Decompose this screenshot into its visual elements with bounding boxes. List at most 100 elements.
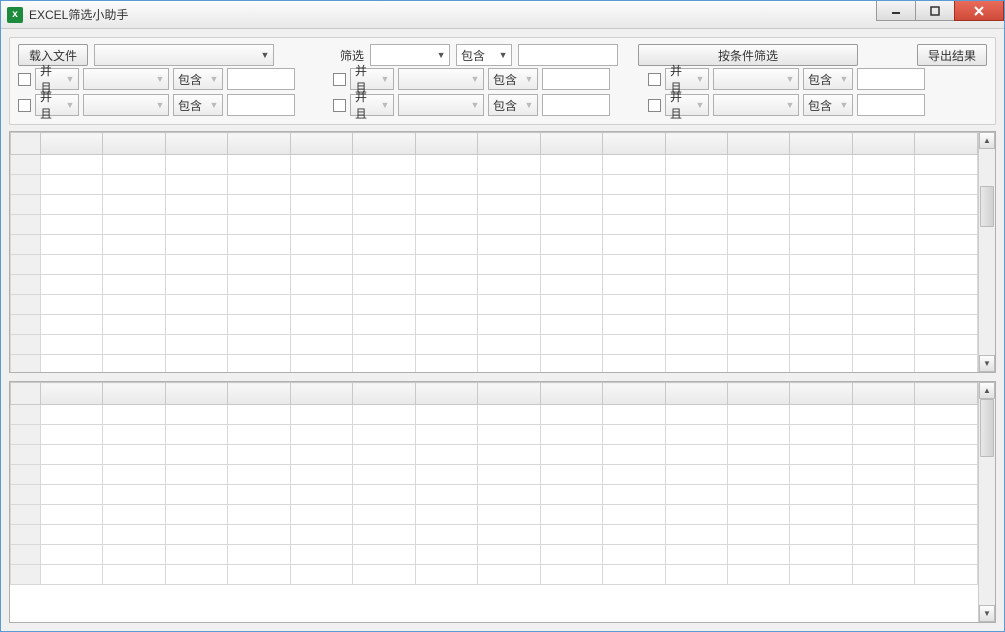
cell[interactable] [353, 505, 415, 525]
cell[interactable] [415, 445, 477, 465]
cell[interactable] [415, 465, 477, 485]
cell[interactable] [790, 275, 852, 295]
cell[interactable] [665, 425, 727, 445]
column-header[interactable] [103, 133, 165, 155]
column-header[interactable] [11, 383, 41, 405]
cell[interactable] [852, 505, 914, 525]
cell[interactable] [852, 445, 914, 465]
cell[interactable] [415, 315, 477, 335]
column-header[interactable] [603, 133, 665, 155]
field-combo[interactable]: ▼ [83, 94, 169, 116]
column-header[interactable] [415, 383, 477, 405]
cell[interactable] [165, 485, 227, 505]
cell[interactable] [41, 355, 103, 373]
cell[interactable] [727, 255, 789, 275]
cell[interactable] [727, 485, 789, 505]
cell[interactable] [478, 315, 540, 335]
cell[interactable] [103, 405, 165, 425]
column-header[interactable] [415, 133, 477, 155]
cell[interactable] [290, 215, 352, 235]
cell[interactable] [165, 545, 227, 565]
logic-combo[interactable]: 并且▼ [665, 94, 709, 116]
cell[interactable] [540, 405, 602, 425]
scroll-track[interactable] [979, 149, 995, 355]
cell[interactable] [415, 565, 477, 585]
cell[interactable] [165, 235, 227, 255]
op-combo[interactable]: 包含▼ [488, 68, 538, 90]
cell[interactable] [228, 295, 290, 315]
cell[interactable] [727, 445, 789, 465]
column-header[interactable] [165, 133, 227, 155]
cell[interactable] [290, 405, 352, 425]
cell[interactable] [165, 255, 227, 275]
column-header[interactable] [290, 133, 352, 155]
cell[interactable] [915, 335, 978, 355]
cell[interactable] [415, 355, 477, 373]
cell[interactable] [165, 465, 227, 485]
cell[interactable] [41, 175, 103, 195]
cell[interactable] [290, 505, 352, 525]
cell[interactable] [540, 505, 602, 525]
filter-op-combo[interactable]: 包含 ▼ [456, 44, 512, 66]
cell[interactable] [540, 565, 602, 585]
cell[interactable] [353, 175, 415, 195]
cell[interactable] [11, 275, 41, 295]
cell[interactable] [41, 445, 103, 465]
cell[interactable] [665, 445, 727, 465]
cell[interactable] [727, 425, 789, 445]
cell[interactable] [727, 335, 789, 355]
scroll-up-icon[interactable]: ▲ [979, 132, 995, 149]
cell[interactable] [852, 215, 914, 235]
cell[interactable] [790, 465, 852, 485]
cell[interactable] [915, 235, 978, 255]
cell[interactable] [540, 545, 602, 565]
cell[interactable] [103, 235, 165, 255]
cell[interactable] [852, 405, 914, 425]
cell[interactable] [228, 255, 290, 275]
cell[interactable] [290, 275, 352, 295]
cell[interactable] [41, 485, 103, 505]
cell[interactable] [852, 175, 914, 195]
cell[interactable] [665, 355, 727, 373]
cell[interactable] [852, 155, 914, 175]
cell[interactable] [353, 525, 415, 545]
cell[interactable] [540, 355, 602, 373]
cell[interactable] [103, 255, 165, 275]
field-combo[interactable]: ▼ [83, 68, 169, 90]
cell[interactable] [478, 485, 540, 505]
logic-combo[interactable]: 并且▼ [665, 68, 709, 90]
column-header[interactable] [915, 133, 978, 155]
cell[interactable] [11, 565, 41, 585]
cell[interactable] [727, 465, 789, 485]
cell[interactable] [103, 465, 165, 485]
cell[interactable] [665, 545, 727, 565]
cell[interactable] [415, 545, 477, 565]
column-header[interactable] [228, 133, 290, 155]
cell[interactable] [228, 155, 290, 175]
cell[interactable] [727, 195, 789, 215]
cell[interactable] [790, 485, 852, 505]
cell[interactable] [11, 155, 41, 175]
cell[interactable] [540, 215, 602, 235]
column-header[interactable] [727, 133, 789, 155]
cell[interactable] [727, 505, 789, 525]
cell[interactable] [353, 425, 415, 445]
cell[interactable] [540, 255, 602, 275]
cell[interactable] [478, 445, 540, 465]
cell[interactable] [540, 235, 602, 255]
cell[interactable] [415, 255, 477, 275]
cell[interactable] [353, 405, 415, 425]
column-header[interactable] [790, 383, 852, 405]
cell[interactable] [11, 335, 41, 355]
cell[interactable] [165, 215, 227, 235]
cell[interactable] [852, 565, 914, 585]
cell[interactable] [103, 275, 165, 295]
cell[interactable] [290, 545, 352, 565]
cell[interactable] [290, 175, 352, 195]
cell[interactable] [603, 175, 665, 195]
cell[interactable] [478, 235, 540, 255]
cell[interactable] [603, 215, 665, 235]
cell[interactable] [665, 565, 727, 585]
cell[interactable] [852, 275, 914, 295]
cell[interactable] [790, 335, 852, 355]
